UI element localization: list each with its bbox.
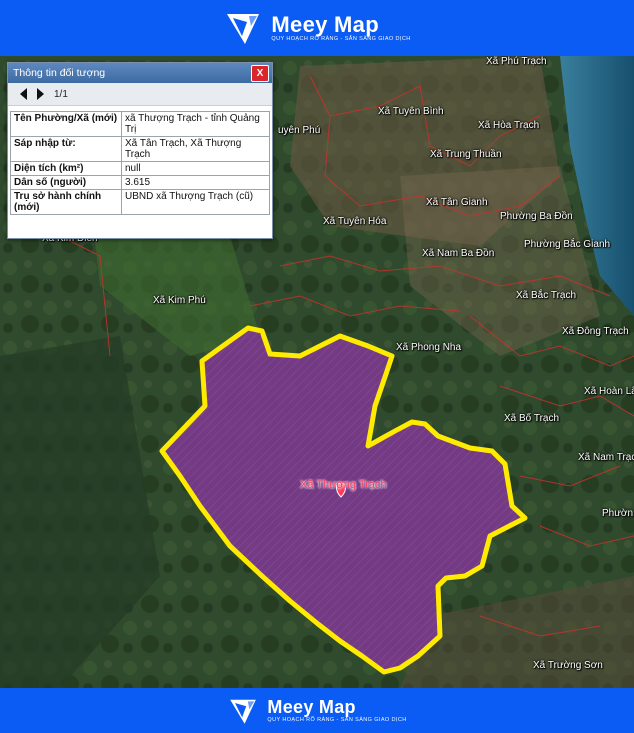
place-label: Xã Hoàn Lão: [584, 386, 634, 397]
place-label: Xã Nam Ba Đồn: [422, 248, 495, 259]
table-row: Sáp nhập từ: Xã Tân Trạch, Xã Thượng Trạ…: [10, 136, 270, 162]
brand-name-footer: Meey Map: [267, 696, 356, 717]
place-label: Xã Hòa Trạch: [478, 120, 540, 131]
info-table: Tên Phường/Xã (mới) xã Thượng Trạch - tỉ…: [10, 111, 270, 215]
brand-logo: Meey Map QUY HOẠCH RÕ RÀNG - SẴN SÀNG GI…: [223, 8, 410, 48]
table-row: Tên Phường/Xã (mới) xã Thượng Trạch - tỉ…: [10, 111, 270, 137]
place-label: Phườn: [602, 508, 634, 519]
brand-logo-footer: Meey Map QUY HOẠCH RÕ RÀNG - SẴN SÀNG GI…: [227, 695, 406, 727]
row-value: Xã Tân Trạch, Xã Thượng Trạch: [121, 136, 270, 162]
row-value: 3.615: [121, 175, 270, 190]
row-value: null: [121, 161, 270, 176]
close-button[interactable]: X: [251, 65, 269, 82]
bottom-brand-band: Meey Map QUY HOẠCH RÕ RÀNG - SẴN SÀNG GI…: [0, 688, 634, 733]
next-icon[interactable]: [37, 88, 44, 100]
brand-name: Meey Map: [271, 12, 379, 38]
place-label: Xã Tân Gianh: [426, 197, 488, 208]
row-key: Sáp nhập từ:: [10, 136, 122, 162]
object-info-panel: Thông tin đối tượng X 1/1 Tên Phường/Xã …: [7, 62, 273, 239]
meey-logo-icon: [227, 14, 260, 44]
selected-commune-label[interactable]: Xã Thượng Trạch: [300, 479, 387, 491]
place-label: Xã Phong Nha: [396, 342, 462, 353]
row-value: UBND xã Thượng Trạch (cũ): [121, 189, 270, 215]
top-brand-band: Meey Map QUY HOẠCH RÕ RÀNG - SẴN SÀNG GI…: [0, 0, 634, 56]
place-label: Xã Tuyên Bình: [378, 106, 444, 117]
row-key: Diện tích (km²): [10, 161, 122, 176]
place-label: Xã Trường Sơn: [533, 660, 603, 671]
row-value: xã Thượng Trạch - tỉnh Quảng Trị: [121, 111, 270, 137]
table-row: Diện tích (km²) null: [10, 161, 270, 176]
panel-header: Thông tin đối tượng X: [8, 63, 272, 83]
row-key: Trụ sở hành chính (mới): [10, 189, 122, 215]
place-label: Xã Tuyên Hóa: [323, 216, 387, 227]
place-label: Phường Ba Đồn: [500, 211, 573, 222]
place-label: Xã Bắc Trạch: [516, 290, 577, 301]
panel-pager: 1/1: [8, 83, 272, 106]
place-label: Xã Trung Thuần: [430, 149, 502, 160]
meey-logo-icon: [230, 699, 257, 724]
pager-count: 1/1: [54, 88, 68, 100]
place-label: Xã Nam Trạch: [578, 452, 634, 463]
place-label: Xã Phú Trạch: [486, 56, 547, 67]
row-key: Dân số (người): [10, 175, 122, 190]
brand-tagline-footer: QUY HOẠCH RÕ RÀNG - SẴN SÀNG GIAO DỊCH: [267, 716, 407, 723]
place-label: Xã Đông Trạch: [562, 326, 629, 337]
row-key: Tên Phường/Xã (mới): [10, 111, 122, 137]
brand-tagline: QUY HOẠCH RÕ RÀNG - SẴN SÀNG GIAO DỊCH: [271, 36, 411, 43]
place-label: Phường Bắc Gianh: [524, 239, 611, 250]
place-label: uyên Phú: [278, 125, 321, 136]
panel-title: Thông tin đối tượng: [13, 67, 106, 79]
place-label: Xã Kim Phú: [153, 295, 206, 306]
place-label: Xã Bố Trạch: [504, 413, 560, 424]
table-row: Dân số (người) 3.615: [10, 175, 270, 190]
table-row: Trụ sở hành chính (mới) UBND xã Thượng T…: [10, 189, 270, 215]
previous-icon[interactable]: [20, 88, 27, 100]
